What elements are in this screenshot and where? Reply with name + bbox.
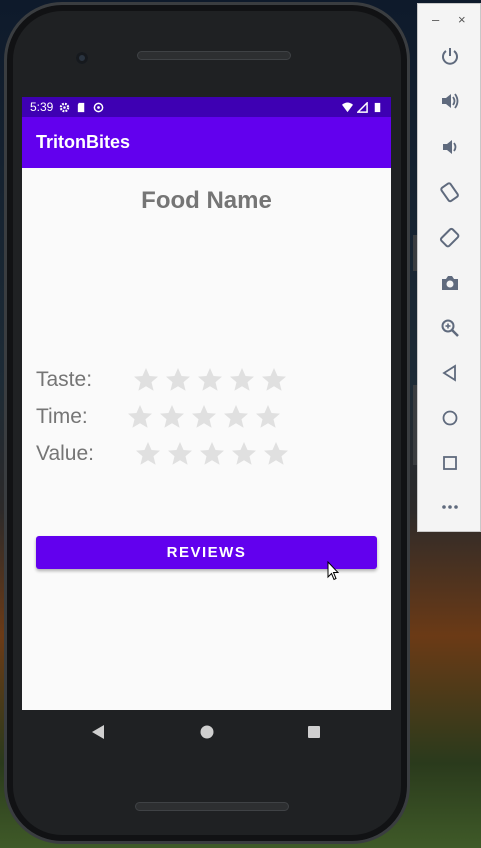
home-icon[interactable] xyxy=(199,724,215,740)
star-icon[interactable] xyxy=(126,403,154,431)
rating-bar-value[interactable] xyxy=(134,440,290,468)
star-icon[interactable] xyxy=(196,366,224,394)
volume-down-icon[interactable] xyxy=(438,135,462,159)
navigation-bar xyxy=(22,710,391,754)
star-icon[interactable] xyxy=(260,366,288,394)
rating-row-time: Time: xyxy=(36,400,282,434)
front-camera xyxy=(76,52,88,64)
top-speaker xyxy=(137,51,291,60)
rating-bar-taste[interactable] xyxy=(132,366,288,394)
star-icon[interactable] xyxy=(198,440,226,468)
recents-icon[interactable] xyxy=(306,724,322,740)
home-icon[interactable] xyxy=(438,406,462,430)
star-icon[interactable] xyxy=(132,366,160,394)
reviews-button[interactable]: REVIEWS xyxy=(36,536,377,569)
back-icon[interactable] xyxy=(90,724,106,740)
app-bar: TritonBites xyxy=(22,117,391,168)
device-screen: 5:39 TritonBites Food Name Taste: Time: … xyxy=(22,97,391,710)
sd-card-icon xyxy=(78,102,85,112)
camera-icon[interactable] xyxy=(438,271,462,295)
overview-icon[interactable] xyxy=(438,451,462,475)
star-icon[interactable] xyxy=(190,403,218,431)
star-icon[interactable] xyxy=(164,366,192,394)
status-bar: 5:39 xyxy=(22,97,391,117)
app-title: TritonBites xyxy=(36,132,131,152)
rating-bar-time[interactable] xyxy=(126,403,282,431)
food-name-heading: Food Name xyxy=(141,187,272,214)
rating-label-value: Value: xyxy=(36,442,94,465)
rating-label-time: Time: xyxy=(36,405,88,428)
status-time: 5:39 xyxy=(30,100,54,114)
zoom-icon[interactable] xyxy=(438,316,462,340)
emulator-toolbar: – × xyxy=(417,3,481,532)
rating-row-value: Value: xyxy=(36,437,290,471)
star-icon[interactable] xyxy=(230,440,258,468)
star-icon[interactable] xyxy=(228,366,256,394)
star-icon[interactable] xyxy=(254,403,282,431)
close-button[interactable]: × xyxy=(458,12,466,27)
battery-icon xyxy=(374,102,381,112)
sync-icon xyxy=(94,102,104,112)
minimize-button[interactable]: – xyxy=(432,12,439,27)
star-icon[interactable] xyxy=(262,440,290,468)
wifi-icon xyxy=(342,101,353,112)
back-icon[interactable] xyxy=(438,361,462,385)
mouse-cursor-icon xyxy=(327,561,339,581)
rating-label-taste: Taste: xyxy=(36,368,93,391)
bottom-speaker xyxy=(135,802,289,811)
star-icon[interactable] xyxy=(222,403,250,431)
rotate-left-icon[interactable] xyxy=(438,180,462,204)
rating-row-taste: Taste: xyxy=(36,363,288,397)
star-icon[interactable] xyxy=(166,440,194,468)
signal-icon xyxy=(357,101,368,113)
settings-icon xyxy=(60,102,70,112)
star-icon[interactable] xyxy=(134,440,162,468)
more-icon[interactable] xyxy=(438,495,462,519)
rotate-right-icon[interactable] xyxy=(438,226,462,250)
power-icon[interactable] xyxy=(438,44,462,68)
star-icon[interactable] xyxy=(158,403,186,431)
volume-up-icon[interactable] xyxy=(438,89,462,113)
